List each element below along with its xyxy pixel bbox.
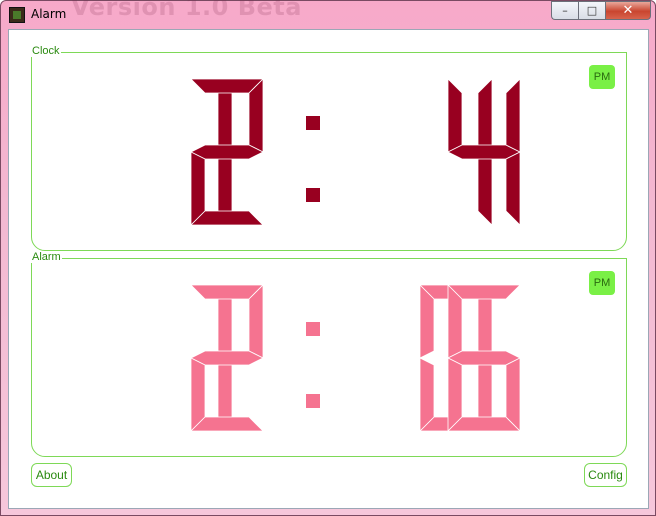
alarm-group: Alarm PM bbox=[31, 251, 628, 458]
clock-digit-2-segment-g bbox=[190, 144, 264, 160]
clock-digit-3-segment-b bbox=[477, 78, 493, 153]
alarm-display[interactable] bbox=[32, 259, 628, 458]
clock-group: Clock PM bbox=[31, 45, 627, 251]
title-bar[interactable]: Version 1.0 Beta Alarm – □ ✕ bbox=[1, 0, 656, 29]
app-window: Version 1.0 Beta Alarm – □ ✕ Clock PM Al… bbox=[0, 0, 656, 516]
close-button[interactable]: ✕ bbox=[605, 1, 651, 20]
minimize-icon: – bbox=[562, 4, 568, 17]
clock-digit-4-segment-c bbox=[505, 151, 521, 226]
alarm-pm-badge[interactable]: PM bbox=[589, 271, 615, 295]
clock-display bbox=[190, 78, 521, 226]
alarm-digit-4-segment-g bbox=[447, 350, 521, 366]
version-watermark: Version 1.0 Beta bbox=[71, 0, 302, 21]
clock-colon-dot-1 bbox=[306, 116, 320, 130]
clock-pm-badge: PM bbox=[589, 65, 615, 89]
close-icon: ✕ bbox=[622, 3, 634, 18]
alarm-colon-dot-1 bbox=[306, 322, 320, 336]
window-controls: – □ ✕ bbox=[551, 1, 651, 21]
config-button[interactable]: Config bbox=[584, 463, 627, 487]
clock-digit-3-segment-c bbox=[477, 151, 493, 226]
clock-digit-4-segment-f bbox=[447, 78, 463, 153]
maximize-icon: □ bbox=[586, 4, 598, 17]
clock-digit-4-segment-g bbox=[447, 144, 521, 160]
about-button[interactable]: About bbox=[31, 463, 72, 487]
clock-digit-4-segment-b bbox=[505, 78, 521, 153]
clock-colon-dot-2 bbox=[306, 188, 320, 202]
minimize-button[interactable]: – bbox=[551, 1, 578, 20]
maximize-button[interactable]: □ bbox=[578, 1, 605, 20]
client-area: Clock PM Alarm PM About Config bbox=[8, 29, 649, 509]
alarm-digit-2-segment-g bbox=[190, 350, 264, 366]
alarm-colon-dot-2 bbox=[306, 394, 320, 408]
window-title: Alarm bbox=[31, 7, 67, 21]
app-icon[interactable] bbox=[9, 7, 25, 23]
